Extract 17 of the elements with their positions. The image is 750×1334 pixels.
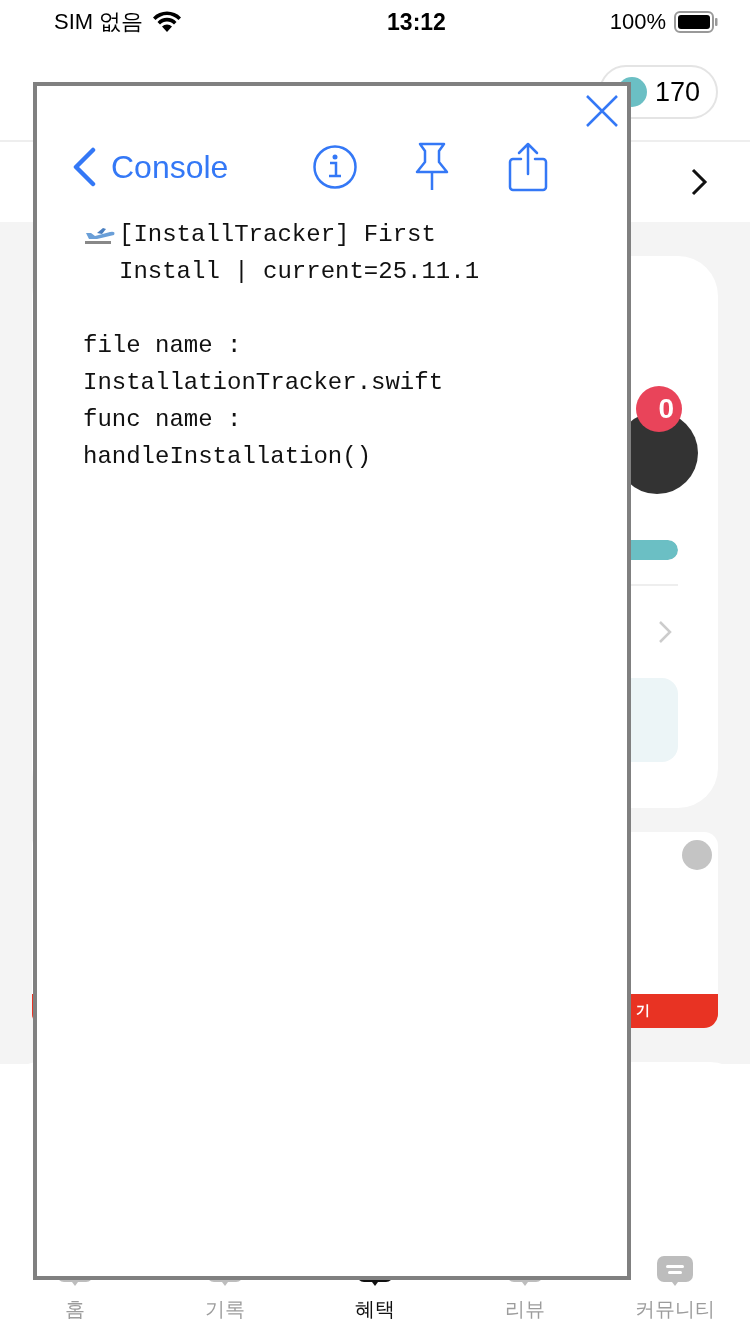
clock-time: 13:12 [387,8,446,36]
pin-icon[interactable] [414,142,451,192]
count-badge: 0 [636,386,682,432]
battery-percent: 100% [609,9,666,35]
share-icon[interactable] [508,142,549,192]
chevron-left-icon [71,147,97,187]
battery-icon [674,11,718,33]
tab-item[interactable]: 커뮤니티 [600,1240,750,1334]
carrier-label: SIM 없음 [54,8,144,36]
chevron-right-icon[interactable] [690,167,708,197]
back-button[interactable]: Console [71,147,229,187]
log-message: [InstallTracker] First Install | current=25.11.1 [119,220,481,287]
wifi-icon [151,10,184,34]
points-count: 170 [654,76,700,108]
log-func-name: func name : handleInstallation() [83,405,373,472]
info-icon[interactable] [312,144,359,190]
close-icon[interactable] [585,94,619,128]
